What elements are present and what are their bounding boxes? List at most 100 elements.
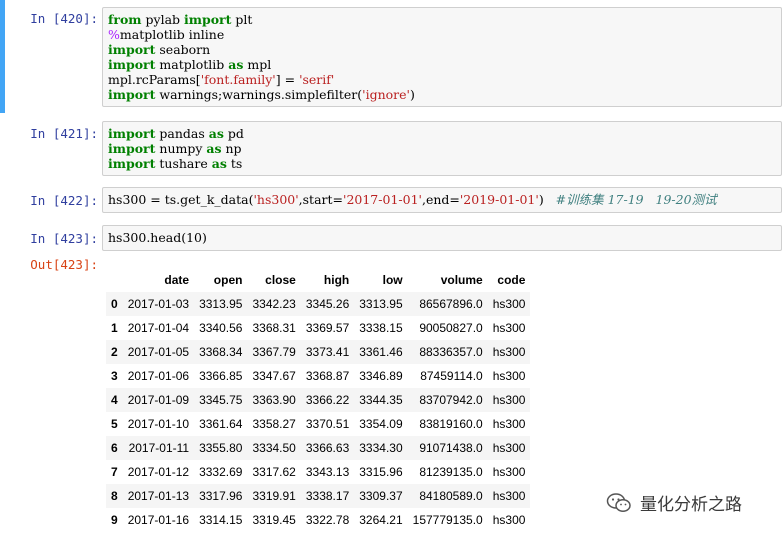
code-token: warnings;warnings.simplefilter( <box>155 87 363 102</box>
table-cell: 2017-01-06 <box>127 369 190 383</box>
table-cell: 3345.26 <box>305 297 350 311</box>
column-header: high <box>323 273 350 287</box>
table-cell: 81239135.0 <box>419 465 483 479</box>
code-token: ) <box>538 192 556 207</box>
code-input[interactable]: import pandas as pd import numpy as np imp… <box>102 121 782 176</box>
table-cell: 3361.64 <box>199 417 243 431</box>
code-line: from pylab import plt <box>108 12 776 27</box>
table-cell: 84180589.0 <box>419 489 483 503</box>
code-token: matplotlib <box>155 57 229 72</box>
table-cell: 3366.85 <box>199 369 243 383</box>
table-cell: 3317.62 <box>252 465 296 479</box>
code-token: 'font.family' <box>200 72 276 87</box>
table-cell: 3334.50 <box>252 441 296 455</box>
row-index: 7 <box>111 465 118 479</box>
code-token: '2019-01-01' <box>459 192 539 207</box>
table-row: 0 2017-01-03 3313.95 3342.23 3345.26 3313.95 8… <box>106 292 531 316</box>
row-index: 0 <box>111 297 118 311</box>
input-prompt: In [420]: <box>30 11 98 26</box>
table-cell: 3313.95 <box>199 297 243 311</box>
table-row: 1 2017-01-04 3340.56 3368.31 3369.57 3338.15 9… <box>106 316 530 340</box>
input-prompt: In [422]: <box>30 193 98 208</box>
table-cell: 3370.51 <box>305 417 350 431</box>
column-header: open <box>213 273 243 287</box>
row-index: 6 <box>111 441 118 455</box>
table-cell: 88336357.0 <box>419 345 483 359</box>
table-cell: 3345.75 <box>199 393 243 407</box>
row-index: 2 <box>111 345 118 359</box>
row-index: 3 <box>111 369 118 383</box>
table-cell: hs300 <box>492 345 526 359</box>
code-token: import <box>108 87 156 102</box>
code-input[interactable]: hs300.head(10) <box>102 225 782 251</box>
code-token: pylab <box>141 12 184 27</box>
table-row: 3 2017-01-06 3366.85 3347.67 3368.87 3346.89 8… <box>106 364 530 388</box>
code-token: pandas <box>155 126 209 141</box>
table-cell: 3355.80 <box>199 441 243 455</box>
code-line: mpl.rcParams['font.family'] = 'serif' <box>108 72 776 87</box>
row-index: 9 <box>111 513 118 527</box>
table-cell: 3338.17 <box>305 489 350 503</box>
row-index: 4 <box>111 393 118 407</box>
column-header: date <box>164 273 190 287</box>
code-token: 'ignore' <box>362 87 410 102</box>
notebook-cell-422[interactable]: In [422]: hs300 = ts.get_k_data('hs300',… <box>0 184 782 216</box>
code-token: ] = <box>275 72 300 87</box>
table-cell: 3346.89 <box>359 369 403 383</box>
code-token: import <box>108 126 156 141</box>
table-cell: 3338.15 <box>359 321 403 335</box>
table-cell: 2017-01-16 <box>127 513 190 527</box>
table-row: 8 2017-01-13 3317.96 3319.91 3338.17 3309.37 8… <box>106 484 531 508</box>
code-token: import <box>108 156 156 171</box>
code-token: ,start= <box>298 192 344 207</box>
code-token: np <box>221 141 242 156</box>
row-index: 1 <box>111 321 118 335</box>
table-row: 6 2017-01-11 3355.80 3334.50 3366.63 3334.30 9… <box>106 436 531 460</box>
input-prompt: In [421]: <box>30 126 98 141</box>
code-line: import pandas as pd <box>108 126 776 141</box>
code-token: ts <box>226 156 243 171</box>
table-cell: hs300 <box>492 465 526 479</box>
code-line: hs300.head(10) <box>108 230 776 245</box>
code-input[interactable]: hs300 = ts.get_k_data('hs300',start= '201… <box>102 187 782 213</box>
code-token: % <box>108 27 120 42</box>
code-token: import <box>184 12 232 27</box>
table-cell: 87459114.0 <box>420 369 483 383</box>
table-cell: 3309.37 <box>359 489 403 503</box>
table-cell: 83707942.0 <box>419 393 483 407</box>
table-cell: hs300 <box>492 417 526 431</box>
table-cell: 3363.90 <box>252 393 296 407</box>
code-token: as <box>208 126 224 141</box>
table-cell: 3332.69 <box>199 465 243 479</box>
table-cell: 157779135.0 <box>412 513 483 527</box>
code-input[interactable]: from pylab import plt %matplotlib inline i… <box>102 7 782 107</box>
table-cell: 3317.96 <box>199 489 243 503</box>
column-header: close <box>265 273 296 287</box>
table-cell: 3367.79 <box>252 345 296 359</box>
code-token: mpl <box>243 57 272 72</box>
table-cell: 3334.30 <box>359 441 403 455</box>
code-token: matplotlib inline <box>119 27 225 42</box>
table-cell: 3368.34 <box>199 345 243 359</box>
code-token: seaborn <box>155 42 211 57</box>
table-cell: 2017-01-04 <box>127 321 190 335</box>
table-cell: 2017-01-12 <box>127 465 190 479</box>
table-row: 5 2017-01-10 3361.64 3358.27 3370.51 3354.09 8… <box>106 412 530 436</box>
watermark-text: 量化分析之路 <box>640 495 742 515</box>
code-token: pd <box>223 126 244 141</box>
table-cell: 3368.87 <box>305 369 350 383</box>
table-cell: 3315.96 <box>359 465 403 479</box>
table-cell: hs300 <box>492 369 526 383</box>
table-cell: 2017-01-10 <box>127 417 190 431</box>
code-line: import tushare as ts <box>108 156 776 171</box>
code-token: hs300 = ts.get_k_data( <box>108 192 254 207</box>
code-token: 'hs300' <box>253 192 299 207</box>
table-cell: 3264.21 <box>359 513 403 527</box>
output-prompt: Out[423]: <box>30 257 98 272</box>
notebook-cell-420[interactable]: In [420]: from pylab import plt %matplotl… <box>0 0 782 113</box>
notebook-cell-421[interactable]: In [421]: import pandas as pd import nump… <box>0 118 782 180</box>
wechat-icon <box>606 492 631 512</box>
code-line: %matplotlib inline <box>108 27 776 42</box>
table-cell: hs300 <box>492 393 526 407</box>
table-cell: hs300 <box>492 321 526 335</box>
